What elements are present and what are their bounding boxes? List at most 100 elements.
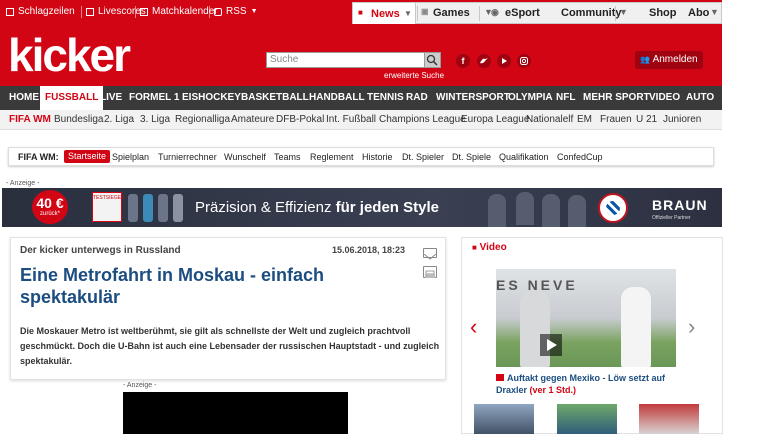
wm-section-label: FIFA WM: [18, 152, 59, 162]
nav-video[interactable]: VIDEO [649, 86, 680, 110]
player-image [516, 192, 534, 225]
menu-esport[interactable]: eSport [505, 7, 540, 19]
video-thumb[interactable] [557, 404, 617, 434]
sub-navigation: FIFA WM Bundesliga 2. Liga 3. Liga Regio… [0, 110, 722, 130]
menu-community[interactable]: Community [561, 7, 622, 19]
wm-qualifikation[interactable]: Qualifikation [499, 152, 549, 162]
nav-home[interactable]: HOME [9, 86, 39, 110]
wm-historie[interactable]: Historie [362, 152, 393, 162]
site-header: kicker Suche erweiterte Suche f 👥 Anmeld… [0, 24, 722, 86]
divider [135, 6, 136, 18]
subnav-int-fussball[interactable]: Int. Fußball [326, 114, 376, 125]
list-icon [6, 7, 14, 16]
menu-games[interactable]: Games [433, 7, 470, 19]
chevron-down-icon[interactable]: ▼ [710, 7, 719, 17]
twitter-icon[interactable] [477, 54, 491, 68]
cashback-value: 40 € [36, 195, 64, 211]
nav-nfl[interactable]: NFL [556, 86, 575, 110]
nav-fussball[interactable]: FUSSBALL [40, 86, 104, 110]
menu-shop[interactable]: Shop [649, 7, 677, 19]
play-icon[interactable] [540, 334, 562, 356]
subnav-nationalelf[interactable]: Nationalelf [526, 114, 573, 125]
menu-abo[interactable]: Abo [688, 7, 709, 19]
video-caption-time: (ver 1 Std.) [529, 385, 577, 395]
util-label: Matchkalender [152, 6, 218, 17]
divider [209, 6, 210, 18]
mail-icon[interactable] [423, 248, 437, 260]
wm-dt-spieler[interactable]: Dt. Spieler [402, 152, 444, 162]
wm-startseite[interactable]: Startseite [64, 150, 111, 163]
search-button[interactable] [424, 53, 440, 67]
next-arrow-icon[interactable]: › [688, 314, 695, 340]
video-header-label: Video [479, 242, 507, 253]
chevron-down-icon[interactable]: ▼ [619, 7, 628, 17]
controller-icon: ◉ [491, 7, 499, 17]
util-matchkalender[interactable]: Matchkalender [140, 6, 218, 17]
nav-auto[interactable]: AUTO [686, 86, 714, 110]
wm-dt-spiele[interactable]: Dt. Spiele [452, 152, 491, 162]
nav-rad[interactable]: RAD [406, 86, 428, 110]
braun-sub: Offizieller Partner [652, 215, 691, 221]
util-rss[interactable]: RSS ▼ [214, 6, 258, 17]
article-date: 15.06.2018, 18:23 [332, 245, 406, 255]
top-utility-bar: Schlagzeilen Livescores Matchkalender RS… [0, 0, 722, 28]
subnav-u21[interactable]: U 21 [636, 114, 657, 125]
instagram-icon[interactable] [517, 54, 531, 68]
ad-banner[interactable]: 40 € zurück* TESTSIEGER Präzision & Effi… [2, 188, 722, 227]
video-thumbnail[interactable]: ES NEVE [496, 269, 676, 367]
nav-basketball[interactable]: BASKETBALL [241, 86, 309, 110]
cashback-badge: 40 € zurück* [32, 190, 68, 224]
nav-olympia[interactable]: OLYMPIA [508, 86, 553, 110]
product-image [173, 194, 183, 222]
video-thumb[interactable] [474, 404, 534, 434]
chevron-down-icon: ▼ [404, 9, 412, 18]
nav-wintersport[interactable]: WINTERSPORT [436, 86, 510, 110]
wm-wunschelf[interactable]: Wunschelf [224, 152, 266, 162]
search-input[interactable]: Suche [266, 52, 441, 68]
wm-teams[interactable]: Teams [274, 152, 301, 162]
subnav-2-liga[interactable]: 2. Liga [104, 114, 134, 125]
nav-handball[interactable]: HANDBALL [309, 86, 365, 110]
advanced-search-link[interactable]: erweiterte Suche [384, 71, 444, 80]
subnav-dfb-pokal[interactable]: DFB-Pokal [276, 114, 324, 125]
product-image [143, 194, 153, 222]
braun-logo: BRAUN [652, 197, 708, 213]
article-headline[interactable]: Eine Metrofahrt in Moskau - einfach spek… [20, 264, 350, 308]
divider [479, 6, 480, 21]
subnav-regionalliga[interactable]: Regionalliga [175, 114, 230, 125]
nav-formel1[interactable]: FORMEL 1 [129, 86, 179, 110]
wm-turnierrechner[interactable]: Turnierrechner [158, 152, 217, 162]
facebook-icon[interactable]: f [456, 54, 470, 68]
subnav-champions-league[interactable]: Champions League [379, 114, 466, 125]
youtube-icon[interactable] [497, 54, 511, 68]
nav-tennis[interactable]: TENNIS [367, 86, 404, 110]
nav-mehr-sport[interactable]: MEHR SPORT [583, 86, 650, 110]
prev-arrow-icon[interactable]: ‹ [470, 314, 477, 340]
camera-icon: ■ [472, 243, 477, 252]
subnav-amateure[interactable]: Amateure [231, 114, 274, 125]
subnav-em[interactable]: EM [577, 114, 592, 125]
subnav-3-liga[interactable]: 3. Liga [140, 114, 170, 125]
subnav-europa-league[interactable]: Europa League [461, 114, 529, 125]
wm-spielplan[interactable]: Spielplan [112, 152, 149, 162]
player-image [542, 194, 560, 227]
util-schlagzeilen[interactable]: Schlagzeilen [6, 6, 75, 17]
nav-eishockey[interactable]: EISHOCKEY [182, 86, 241, 110]
subnav-fifa-wm[interactable]: FIFA WM [9, 114, 51, 125]
wm-confedcup[interactable]: ConfedCup [557, 152, 603, 162]
subnav-bundesliga[interactable]: Bundesliga [54, 114, 103, 125]
nav-live[interactable]: LIVE [100, 86, 122, 110]
clock-icon [86, 7, 94, 16]
wm-reglement[interactable]: Reglement [310, 152, 354, 162]
util-livescores[interactable]: Livescores [86, 6, 146, 17]
video-caption[interactable]: Auftakt gegen Mexiko - Löw setzt auf Dra… [496, 372, 696, 396]
login-label: Anmelden [652, 54, 698, 65]
print-icon[interactable] [423, 266, 437, 278]
chevron-down-icon: ▼ [250, 8, 258, 15]
subnav-frauen[interactable]: Frauen [600, 114, 632, 125]
kicker-logo[interactable]: kicker [8, 28, 131, 82]
login-button[interactable]: 👥 Anmelden [635, 51, 703, 69]
video-ad-player[interactable] [123, 392, 348, 434]
video-thumb[interactable] [639, 404, 699, 434]
subnav-junioren[interactable]: Junioren [663, 114, 701, 125]
